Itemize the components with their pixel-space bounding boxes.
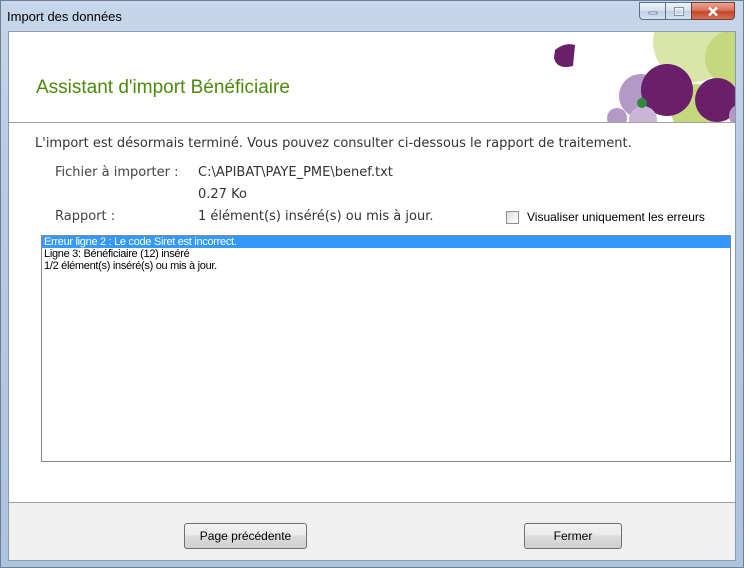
window-controls bbox=[639, 2, 735, 20]
title-bar[interactable]: Import des données bbox=[1, 1, 743, 31]
report-listbox[interactable]: Erreur ligne 2 : Le code Siret est incor… bbox=[41, 235, 731, 462]
previous-page-button[interactable]: Page précédente bbox=[184, 523, 307, 549]
wizard-title: Assistant d'import Bénéficiaire bbox=[36, 77, 290, 98]
minimize-button[interactable] bbox=[639, 2, 665, 20]
report-line[interactable]: Ligne 3: Bénéficiaire (12) inséré bbox=[42, 248, 730, 260]
maximize-button[interactable] bbox=[665, 2, 691, 20]
completion-message: L'import est désormais terminé. Vous pou… bbox=[35, 136, 632, 151]
maximize-icon bbox=[673, 6, 684, 16]
decorative-bubbles-graphic bbox=[554, 32, 735, 122]
close-icon bbox=[708, 6, 718, 16]
report-summary: 1 élément(s) inséré(s) ou mis à jour. bbox=[198, 209, 434, 224]
wizard-footer: Page précédente Fermer bbox=[9, 502, 735, 560]
wizard-client-area: Assistant d'import Bénéficiaire L'import… bbox=[8, 31, 736, 561]
window-title: Import des données bbox=[7, 9, 122, 24]
close-window-button[interactable] bbox=[691, 2, 735, 20]
file-label: Fichier à importer : bbox=[55, 165, 179, 180]
file-size-value: 0.27 Ko bbox=[198, 187, 247, 202]
close-button[interactable]: Fermer bbox=[524, 523, 622, 549]
errors-only-label[interactable]: Visualiser uniquement les erreurs bbox=[527, 210, 705, 224]
errors-only-option[interactable]: Visualiser uniquement les erreurs bbox=[506, 210, 705, 224]
errors-only-checkbox[interactable] bbox=[506, 210, 519, 224]
report-line-error[interactable]: Erreur ligne 2 : Le code Siret est incor… bbox=[42, 236, 730, 248]
minimize-icon bbox=[648, 11, 657, 15]
file-path-value: C:\APIBAT\PAYE_PME\benef.txt bbox=[198, 165, 393, 180]
report-label: Rapport : bbox=[55, 209, 116, 224]
import-window: Import des données Assistant d'import Bé… bbox=[0, 0, 744, 568]
wizard-header: Assistant d'import Bénéficiaire bbox=[9, 32, 735, 123]
report-line[interactable]: 1/2 élément(s) inséré(s) ou mis à jour. bbox=[42, 260, 730, 272]
